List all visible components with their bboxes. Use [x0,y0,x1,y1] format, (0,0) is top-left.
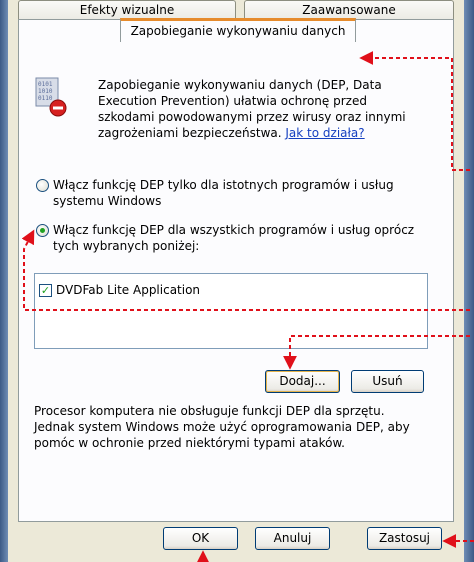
annotation-arrow-tab [359,51,470,171]
annotation-arrow-add [283,335,470,370]
annotation-arrow-radio [21,229,470,311]
annotation-overlay [21,51,474,562]
